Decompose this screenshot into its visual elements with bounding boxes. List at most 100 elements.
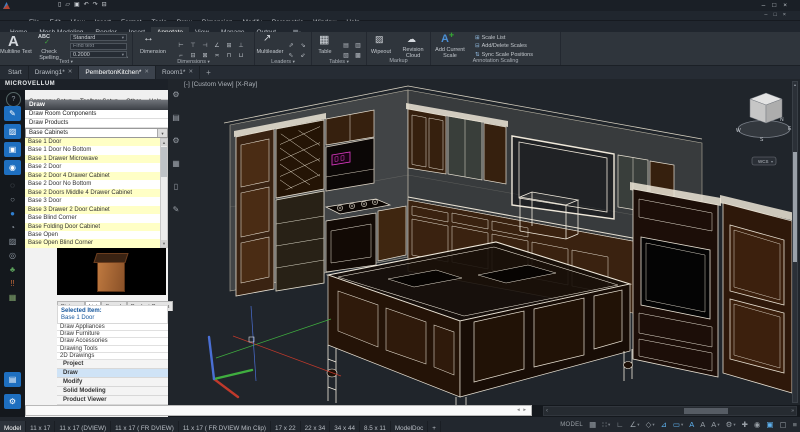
- wcs-selector[interactable]: WCS ▾: [752, 157, 776, 165]
- tab-drawing1[interactable]: Drawing1*✕: [29, 66, 80, 79]
- materials-icon[interactable]: ▨: [4, 124, 21, 139]
- plot-icon[interactable]: ⊟: [102, 2, 111, 8]
- list-item[interactable]: Base 1 Door: [25, 138, 160, 146]
- layout-tab-34x44[interactable]: 34 x 44: [330, 421, 360, 432]
- circle-tool-icon[interactable]: ○: [4, 192, 21, 207]
- dimensions-panel-footer[interactable]: Dimensions ▾: [133, 58, 254, 65]
- palette-edit-icon[interactable]: ✎: [170, 205, 182, 214]
- command-strip[interactable]: ◄►: [25, 405, 532, 416]
- snap-mode-icon[interactable]: ∷▾: [602, 417, 610, 432]
- scroll-down-icon[interactable]: ▼: [161, 240, 167, 247]
- section-modify[interactable]: Modify: [57, 378, 168, 387]
- tables-panel-footer[interactable]: Tables ▾: [312, 58, 366, 65]
- multileader-button[interactable]: Multileader: [255, 49, 285, 55]
- autoscale-icon[interactable]: A: [700, 417, 705, 432]
- pan-right-icon[interactable]: ►: [523, 407, 529, 412]
- camera-icon[interactable]: ◉: [4, 160, 21, 175]
- list-item[interactable]: Base Open: [25, 231, 160, 239]
- palette-title[interactable]: MICROVELLUM: [0, 79, 168, 90]
- draw-appliances-row[interactable]: Draw Appliances: [57, 324, 168, 331]
- section-project[interactable]: Project: [57, 360, 168, 369]
- close-tab-icon[interactable]: ✕: [188, 66, 193, 79]
- viewport-vertical-scrollbar[interactable]: ▴: [792, 81, 798, 403]
- plant-tool-icon[interactable]: ♣: [4, 262, 21, 277]
- scroll-right-icon[interactable]: »: [791, 407, 794, 415]
- scrollbar-thumb[interactable]: [161, 147, 167, 177]
- scrollbar-thumb[interactable]: [684, 408, 728, 414]
- viewport-view-control[interactable]: [Custom View]: [192, 81, 234, 88]
- redo-icon[interactable]: ↷: [93, 2, 102, 8]
- scrollbar-thumb[interactable]: [793, 152, 797, 262]
- list-item[interactable]: Base 2 Door 4 Drawer Cabinet: [25, 172, 160, 180]
- text-height-select[interactable]: 0.2000▾: [70, 51, 127, 58]
- layout-tab-22x34[interactable]: 22 x 34: [301, 421, 331, 432]
- section-product-viewer[interactable]: Product Viewer: [57, 396, 168, 405]
- hatch-tool-icon[interactable]: ▨: [4, 234, 21, 249]
- solids-icon[interactable]: ▣: [4, 142, 21, 157]
- multiline-text-button[interactable]: Multiline Text: [0, 49, 32, 55]
- selected-item-value[interactable]: Base 1 Door: [61, 315, 167, 321]
- tab-pembertonkitchen[interactable]: PembertonKitchen*✕: [79, 66, 156, 79]
- grid-icon[interactable]: ▦: [589, 417, 596, 432]
- annotation-scale-icon[interactable]: A▾: [711, 417, 719, 432]
- draw-accessories-row[interactable]: Draw Accessories: [57, 338, 168, 345]
- list-item[interactable]: Base 3 Door: [25, 197, 160, 205]
- list-item[interactable]: Base Folding Door Cabinet: [25, 223, 160, 231]
- leaders-panel-footer[interactable]: Leaders ▾: [255, 58, 311, 65]
- layout-tab-11x17[interactable]: 11 x 17: [26, 421, 55, 432]
- 2d-drawings-row[interactable]: 2D Drawings: [57, 353, 168, 360]
- polar-tracking-icon[interactable]: ∠▾: [630, 417, 640, 432]
- doc-close-button[interactable]: ×: [783, 12, 792, 18]
- graphics-performance-icon[interactable]: ▣: [766, 417, 773, 432]
- model-space-button[interactable]: MODEL: [560, 422, 583, 428]
- tab-start[interactable]: Start: [2, 66, 29, 79]
- table-button[interactable]: Table: [312, 49, 338, 55]
- image-tool-icon[interactable]: ▦: [4, 290, 21, 305]
- minimize-button[interactable]: –: [762, 2, 773, 9]
- find-text-input[interactable]: [70, 43, 127, 50]
- palette-settings-icon[interactable]: ⚙: [170, 90, 182, 99]
- new-layout-button[interactable]: +: [428, 421, 441, 432]
- multiline-text-icon[interactable]: A: [8, 33, 19, 50]
- section-solid-modeling[interactable]: Solid Modeling: [57, 387, 168, 396]
- restore-button[interactable]: □: [772, 2, 783, 9]
- folder-icon[interactable]: ▤: [4, 372, 21, 387]
- wipeout-button[interactable]: Wipeout: [367, 49, 395, 55]
- layout-tab-model[interactable]: Model: [0, 421, 26, 432]
- layout-tab-8-5x11[interactable]: 8.5 x 11: [360, 421, 391, 432]
- dimension-button[interactable]: Dimension: [133, 49, 173, 55]
- drawing-tools-row[interactable]: Drawing Tools: [57, 346, 168, 353]
- sphere-tool-icon[interactable]: ●: [4, 206, 21, 221]
- draw-furniture-row[interactable]: Draw Furniture: [57, 331, 168, 338]
- clean-screen-icon[interactable]: ▢: [780, 417, 787, 432]
- model-viewport[interactable]: W S E N WCS ▾ [-] [Custom View] [X: [168, 79, 800, 405]
- app-logo-icon[interactable]: [3, 2, 10, 9]
- ring-tool-icon[interactable]: ◎: [4, 248, 21, 263]
- viewcube[interactable]: W S E N WCS ▾: [736, 93, 792, 165]
- layout-tab-11x17-fr-dview[interactable]: 11 x 17 ( FR DVIEW): [111, 421, 179, 432]
- sync-scale-positions-button[interactable]: ⇅Sync Scale Positions: [475, 52, 533, 58]
- alerts-icon[interactable]: ‼: [4, 276, 21, 291]
- text-panel-footer[interactable]: Text ▾: [0, 58, 132, 65]
- tab-room1[interactable]: Room1*✕: [156, 66, 200, 79]
- draw-products-row[interactable]: Draw Products: [25, 119, 168, 128]
- open-icon[interactable]: ▱: [65, 2, 74, 8]
- layout-tab-17x22[interactable]: 17 x 22: [271, 421, 301, 432]
- scroll-up-icon[interactable]: ▲: [161, 139, 167, 146]
- draw-room-components-row[interactable]: Draw Room Components: [25, 110, 168, 119]
- customization-icon[interactable]: ≡: [793, 417, 797, 432]
- doc-restore-button[interactable]: □: [773, 12, 782, 18]
- save-icon[interactable]: ▣: [74, 2, 84, 8]
- draw-pencil-icon[interactable]: ✎: [4, 106, 21, 121]
- list-scrollbar[interactable]: ▲ ▼: [160, 138, 168, 248]
- new-tab-button[interactable]: +: [200, 68, 217, 77]
- close-tab-icon[interactable]: ✕: [144, 66, 149, 79]
- layout-tab-11x17-dview[interactable]: 11 x 17 (DVIEW): [55, 421, 111, 432]
- quick-properties-icon[interactable]: ◉: [754, 417, 761, 432]
- product-thumbnail[interactable]: [94, 251, 128, 292]
- viewport-visual-style-control[interactable]: [X-Ray]: [236, 81, 258, 88]
- add-delete-scales-button[interactable]: ⊟Add/Delete Scales: [475, 43, 527, 49]
- palette-document-icon[interactable]: ▯: [170, 182, 182, 191]
- palette-clipboard-icon[interactable]: ▤: [170, 113, 182, 122]
- list-item[interactable]: Base Blind Corner: [25, 214, 160, 222]
